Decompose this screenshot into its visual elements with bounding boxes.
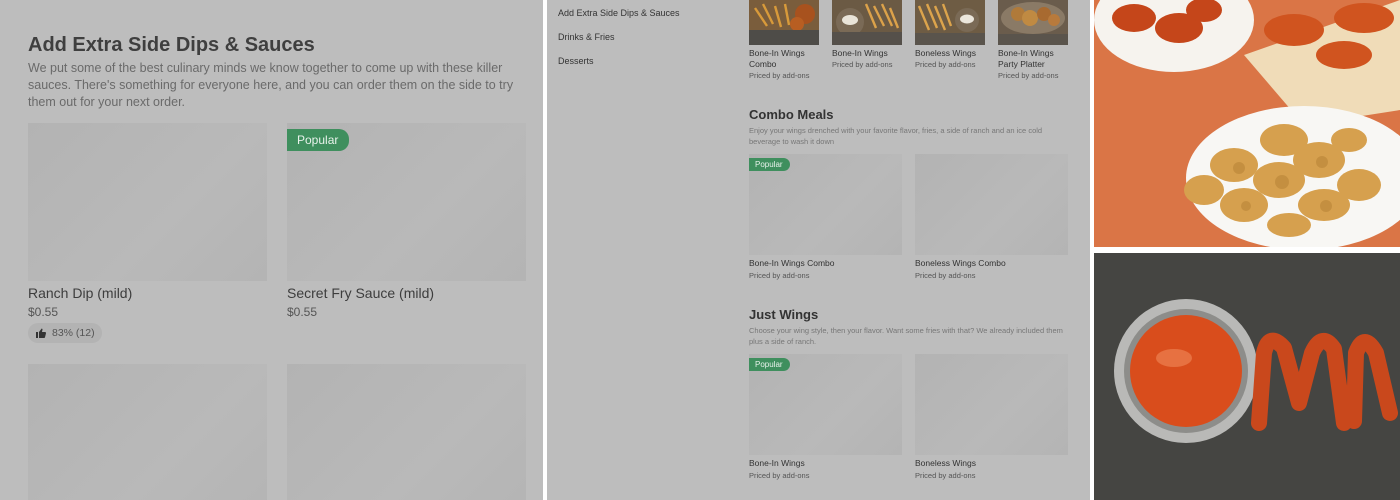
top-item-bone-in-combo[interactable]: Bone-In Wings Combo Priced by add-ons: [749, 0, 823, 85]
section-title-just-wings: Just Wings: [749, 307, 819, 322]
section-description: We put some of the best culinary minds w…: [28, 61, 514, 109]
item-image: [915, 354, 1068, 455]
popular-badge: Popular: [749, 358, 790, 371]
section-description: Choose your wing style, then your flavor…: [749, 326, 1063, 346]
item-image: [832, 0, 902, 45]
item-name: Bone-In Wings Combo: [749, 258, 835, 268]
menu-panel: Add Extra Side Dips & Sauces Drinks & Fr…: [547, 0, 1090, 500]
item-price: Priced by add-ons: [832, 60, 893, 69]
nav-item-dips-sauces[interactable]: Add Extra Side Dips & Sauces: [558, 8, 680, 18]
item-price: Priced by add-ons: [749, 471, 810, 480]
item-image: [749, 0, 819, 45]
item-price: $0.55: [28, 305, 59, 319]
section-title: Add Extra Side Dips & Sauces: [28, 34, 315, 56]
menu-item-bone-in-wings[interactable]: Popular Bone-In Wings Priced by add-ons: [749, 354, 902, 482]
item-name: Boneless Wings: [915, 458, 976, 468]
menu-item[interactable]: [287, 364, 526, 500]
top-item-party-platter[interactable]: Bone-In Wings Party Platter Priced by ad…: [998, 0, 1072, 85]
item-image: [915, 154, 1068, 255]
item-name: Bone-In Wings Combo: [749, 48, 805, 69]
top-item-bone-in-wings[interactable]: Bone-In Wings Priced by add-ons: [832, 0, 906, 85]
item-price: Priced by add-ons: [915, 471, 976, 480]
item-image: [998, 0, 1068, 45]
menu-item-ranch-dip[interactable]: Ranch Dip (mild) $0.55 83% (12): [28, 123, 267, 353]
top-item-boneless-wings[interactable]: Boneless Wings Priced by add-ons: [915, 0, 989, 85]
item-name: Bone-In Wings: [832, 48, 888, 58]
item-name: Bone-In Wings: [749, 458, 805, 468]
rating-badge: 83% (12): [28, 323, 102, 343]
item-price: Priced by add-ons: [749, 271, 810, 280]
item-price: Priced by add-ons: [998, 71, 1059, 80]
menu-item[interactable]: [28, 364, 267, 500]
nav-item-drinks-fries[interactable]: Drinks & Fries: [558, 32, 615, 42]
item-image: [287, 364, 526, 500]
item-price: $0.55: [287, 305, 318, 319]
item-name: Ranch Dip (mild): [28, 285, 133, 301]
menu-item-bone-in-combo[interactable]: Popular Bone-In Wings Combo Priced by ad…: [749, 154, 902, 282]
wings-photo: [1094, 0, 1400, 247]
sauce-photo: [1094, 253, 1400, 500]
item-price: Priced by add-ons: [749, 71, 810, 80]
item-name: Bone-In Wings Party Platter: [998, 48, 1054, 69]
item-name: Secret Fry Sauce (mild): [287, 285, 435, 301]
popular-badge: Popular: [749, 158, 790, 171]
item-name: Boneless Wings Combo: [915, 258, 1006, 268]
section-description: Enjoy your wings drenched with your favo…: [749, 126, 1043, 146]
menu-item-secret-fry-sauce[interactable]: Popular Secret Fry Sauce (mild) $0.55: [287, 123, 526, 353]
sauces-panel: Add Extra Side Dips & Sauces We put some…: [0, 0, 543, 500]
menu-item-boneless-wings[interactable]: Boneless Wings Priced by add-ons: [915, 354, 1068, 482]
item-image: [28, 123, 267, 281]
item-price: Priced by add-ons: [915, 271, 976, 280]
thumbs-up-icon: [36, 328, 47, 338]
item-image: [28, 364, 267, 500]
section-title-combo-meals: Combo Meals: [749, 107, 834, 122]
item-name: Boneless Wings: [915, 48, 976, 58]
menu-item-boneless-combo[interactable]: Boneless Wings Combo Priced by add-ons: [915, 154, 1068, 282]
nav-item-desserts[interactable]: Desserts: [558, 56, 594, 66]
popular-badge: Popular: [287, 129, 350, 151]
item-image: [915, 0, 985, 45]
item-price: Priced by add-ons: [915, 60, 976, 69]
food-photos: [1094, 0, 1400, 500]
rating-text: 83% (12): [52, 327, 95, 339]
